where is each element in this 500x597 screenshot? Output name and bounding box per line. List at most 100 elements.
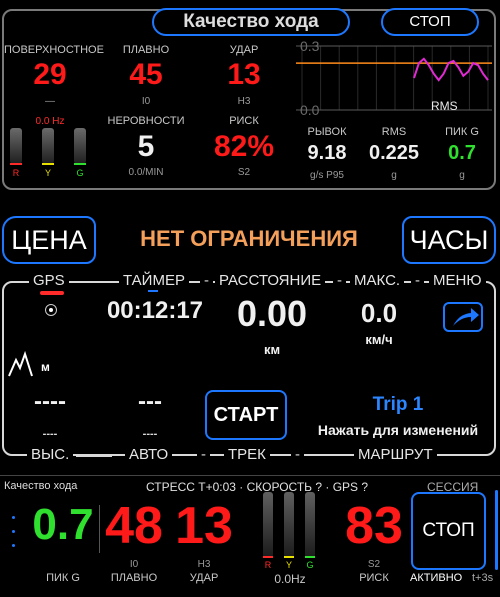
surface-hz: 0.0 Hz [35,116,65,127]
smooth-value: 45 [129,58,163,91]
tab-distance[interactable]: РАССТОЯНИЕ [215,272,326,289]
indicator-dot [12,544,15,547]
footer-red-marker [263,556,273,558]
trip-name[interactable]: Trip 1 [300,394,496,416]
footer-hz: 0.0Hz [274,572,306,586]
roughness-value: 5 [137,130,155,163]
footer-impact-label: УДАР [189,572,219,584]
tab-max[interactable]: МАКС. [350,272,405,289]
surface-label: ПОВЕРХНОСТНОЕ [4,44,104,56]
tab-altitude[interactable]: ВЫС. [27,446,74,463]
tab-divider-dash: - [200,272,213,289]
yellow-level-bar [42,128,54,164]
red-level-bar [10,128,22,164]
max-speed-value: 0.0 [360,298,398,328]
indicator-dot [12,516,15,519]
tab-divider [76,455,112,457]
footer-yellow-letter: Y [285,560,292,570]
rms-sub: g [391,170,397,181]
stop-button[interactable]: СТОП [381,8,479,36]
altitude-unit: м [41,360,50,374]
impact-sub: H3 [237,96,251,107]
trip-edit-hint[interactable]: Нажать для изменений [300,422,496,438]
auto-value: --- [138,388,162,415]
tab-menu[interactable]: МЕНЮ [429,272,486,289]
share-button[interactable] [443,302,483,332]
auto-sub: ---- [142,428,158,440]
yellow-level-marker [42,163,54,165]
timer-value: 00:12:17 [106,297,204,324]
footer-smooth-sub: I0 [129,559,139,570]
footer-status: СТРЕСС T+0:03 · СКОРОСТЬ ? · GPS ? [146,480,369,494]
distance-value: 0.00 [236,293,308,334]
tab-route[interactable]: МАРШРУТ [354,446,437,463]
altitude-sub: ---- [42,428,58,440]
yellow-letter: Y [44,168,51,178]
altitude-value: ---- [34,388,66,415]
tab-gps[interactable]: GPS [29,272,69,289]
impact-value: 13 [227,58,261,91]
rms-chart-series-label: RMS [431,99,458,113]
tab-divider-dash: - [197,446,210,463]
impact-label: УДАР [229,44,259,56]
speed-limit-status: НЕТ ОГРАНИЧЕНИЯ [140,226,358,251]
price-button[interactable]: ЦЕНА [2,216,96,264]
panel-title: Качество хода [152,8,350,36]
footer-yellow-marker [284,556,294,558]
rms-chart [296,45,492,111]
rms-value: 0.225 [368,142,420,164]
timer-indicator [148,290,158,292]
risk-label: РИСК [229,115,259,127]
rms-chart-ymin: 0.0 [300,102,320,118]
footer-risk-label: РИСК [359,572,389,584]
footer-yellow-bar [284,492,294,558]
footer-green-marker [305,556,315,558]
footer-red-letter: R [264,560,272,570]
jerk-label: РЫВОК [307,126,347,138]
tab-divider [78,281,106,283]
clock-button[interactable]: ЧАСЫ [402,216,496,264]
smooth-label: ПЛАВНО [122,44,170,56]
footer-peak-label: ПИК G [46,572,80,584]
footer-impact-value: 13 [175,497,233,555]
footer-divider [0,475,500,476]
distance-unit: км [263,342,281,357]
tab-auto[interactable]: АВТО [125,446,173,463]
footer-green-letter: G [306,560,314,570]
session-stop-button[interactable]: СТОП [411,492,486,570]
risk-sub: S2 [237,167,251,178]
gps-target-icon [45,304,57,316]
rms-label: RMS [381,126,407,138]
tab-timer[interactable]: ТАЙМЕР [119,272,189,289]
scroll-rail [495,490,498,570]
indicator-dot [12,530,15,533]
surface-sub: — [45,96,55,107]
altitude-mountain-icon [8,350,33,377]
red-level-marker [10,163,22,165]
max-speed-unit: км/ч [365,332,393,347]
green-letter: G [76,168,84,178]
gps-status-bar [40,291,64,295]
rms-chart-ymax: 0.3 [300,38,320,54]
footer-impact-sub: H3 [197,559,211,570]
green-level-bar [74,128,86,164]
red-letter: R [12,168,20,178]
footer-smooth-label: ПЛАВНО [110,572,158,584]
roughness-label: НЕРОВНОСТИ [107,115,185,127]
footer-title: Качество хода [4,480,78,492]
share-arrow-icon [453,308,479,326]
surface-value: 29 [33,58,67,91]
tab-divider-dash: - [333,272,346,289]
green-level-marker [74,163,86,165]
tab-track[interactable]: ТРЕК [224,446,270,463]
jerk-value: 9.18 [307,142,347,164]
session-elapsed: t+3s [472,572,494,584]
footer-peak-value: 0.7 [32,500,94,549]
footer-risk-sub: S2 [367,559,381,570]
roughness-sub: 0.0/MIN [128,167,164,178]
start-button[interactable]: СТАРТ [205,390,287,440]
footer-green-bar [305,492,315,558]
footer-red-bar [263,492,273,558]
footer-risk-value: 83 [345,497,403,555]
tab-divider-dash: - [411,272,424,289]
